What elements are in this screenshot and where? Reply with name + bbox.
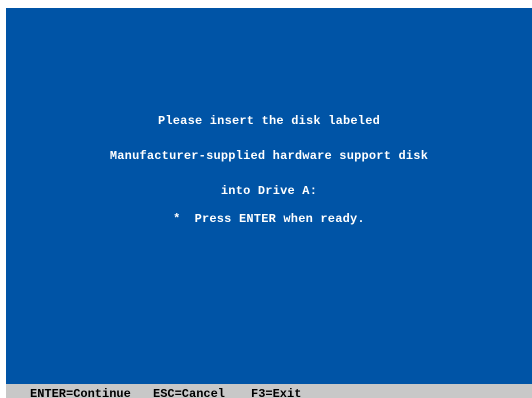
setup-panel: Please insert the disk labeled Manufactu…	[6, 8, 532, 384]
f3-exit-key[interactable]: F3=Exit	[251, 387, 301, 398]
prompt-line-drive: into Drive A:	[220, 184, 318, 198]
status-bar: ENTER=Continue ESC=Cancel F3=Exit	[6, 384, 532, 398]
enter-continue-key[interactable]: ENTER=Continue	[30, 387, 131, 398]
press-enter-text: Press ENTER when ready.	[194, 212, 365, 226]
prompt-line-disk-name: Manufacturer-supplied hardware support d…	[109, 149, 429, 163]
esc-cancel-key[interactable]: ESC=Cancel	[153, 387, 225, 398]
prompt-line-press-enter: * Press ENTER when ready.	[6, 212, 532, 226]
title-strip	[6, 0, 154, 8]
setup-screen: Please insert the disk labeled Manufactu…	[0, 0, 532, 398]
bullet-marker: *	[173, 212, 181, 226]
prompt-line-insert-disk: Please insert the disk labeled	[157, 114, 381, 128]
